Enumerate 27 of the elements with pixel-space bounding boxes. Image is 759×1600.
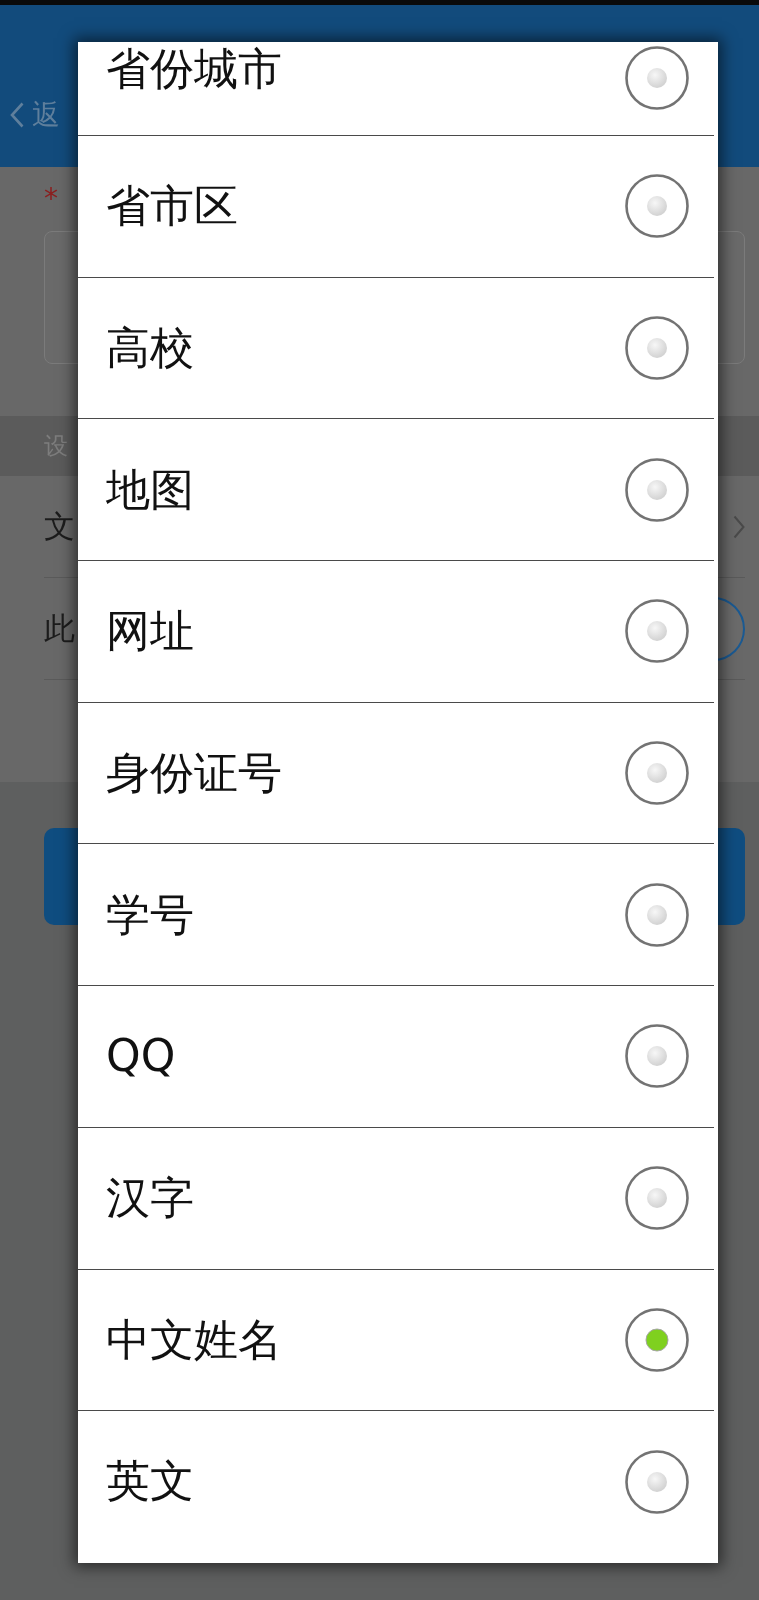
- radio-button[interactable]: [625, 46, 689, 110]
- radio-button[interactable]: [625, 174, 689, 239]
- option-label[interactable]: 学号: [106, 891, 194, 938]
- row-label: 此: [44, 613, 75, 644]
- radio-button[interactable]: [625, 1307, 689, 1372]
- radio-button[interactable]: [625, 1024, 689, 1089]
- option-label[interactable]: 网址: [106, 608, 194, 655]
- row-label: 文: [44, 511, 75, 542]
- option-label[interactable]: QQ: [106, 1033, 176, 1080]
- option-label[interactable]: 英文: [106, 1458, 194, 1505]
- option-label[interactable]: 高校: [106, 324, 194, 372]
- option-label[interactable]: 省市区: [106, 183, 238, 230]
- chevron-right-icon: [733, 514, 745, 539]
- radio-button[interactable]: [625, 457, 689, 522]
- radio-button[interactable]: [625, 316, 689, 381]
- chevron-left-icon: [10, 102, 24, 128]
- radio-button[interactable]: [625, 1449, 689, 1514]
- radio-button[interactable]: [625, 599, 689, 664]
- option-label[interactable]: 中文姓名: [106, 1316, 282, 1363]
- radio-button[interactable]: [625, 1166, 689, 1231]
- radio-button[interactable]: [625, 741, 689, 806]
- option-label[interactable]: 汉字: [106, 1175, 194, 1222]
- option-label[interactable]: 身份证号: [106, 750, 282, 797]
- required-mark: *: [44, 185, 59, 209]
- radio-button[interactable]: [625, 882, 689, 947]
- option-label[interactable]: 省份城市: [106, 46, 282, 93]
- option-label[interactable]: 地图: [106, 466, 194, 513]
